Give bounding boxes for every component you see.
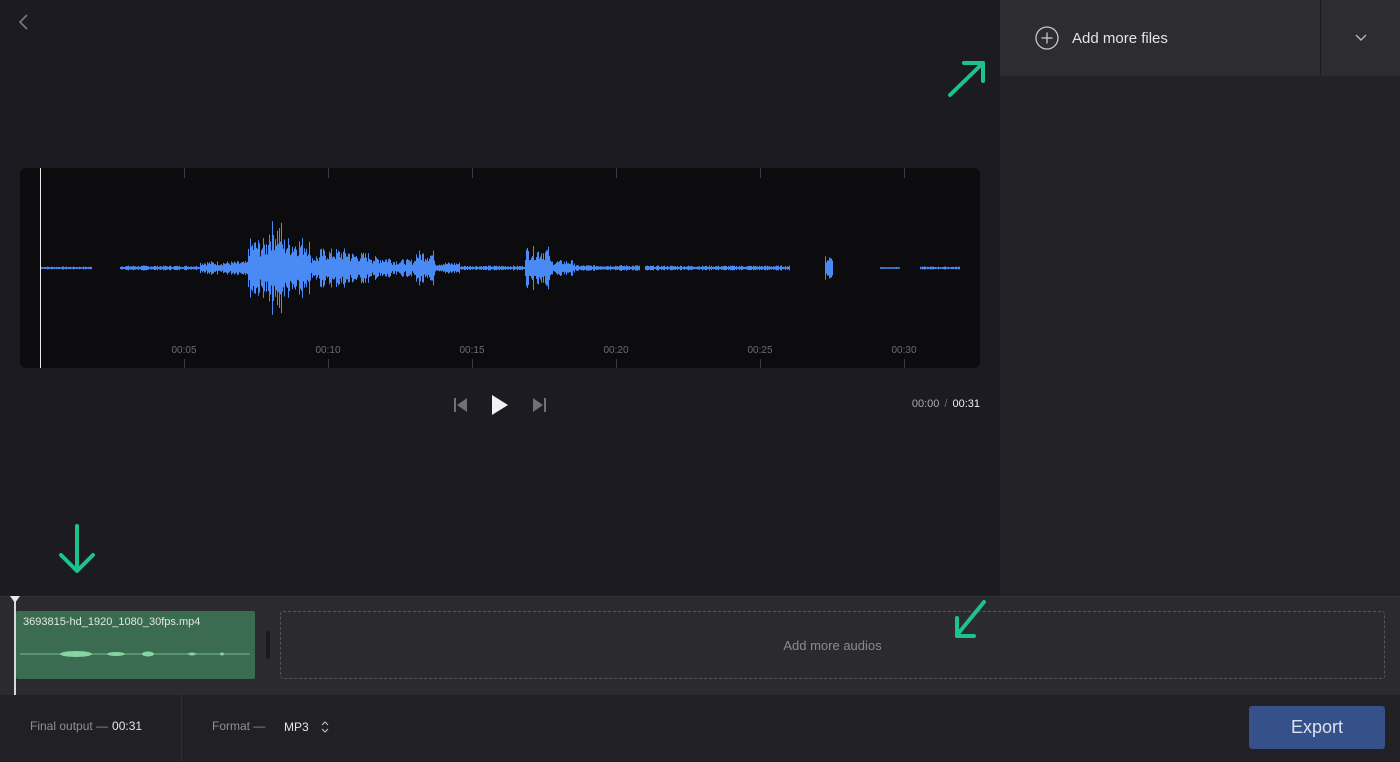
time-tick-label: 00:30 <box>891 345 917 356</box>
time-tick-top <box>472 168 473 178</box>
waveform-samples <box>40 221 960 315</box>
final-output-label: Final output —00:31 <box>30 719 142 733</box>
time-tick-bottom <box>328 359 329 368</box>
clip-filename: 3693815-hd_1920_1080_30fps.mp4 <box>23 616 201 628</box>
time-tick-top <box>184 168 185 178</box>
time-tick-top <box>616 168 617 178</box>
final-output-duration: 00:31 <box>112 719 143 733</box>
files-panel <box>1000 0 1400 596</box>
waveform-graph <box>40 221 960 315</box>
time-tick-bottom <box>616 359 617 368</box>
add-files-dropdown-button[interactable] <box>1321 0 1400 76</box>
previous-button[interactable] <box>450 392 470 418</box>
time-tick-label: 00:25 <box>747 345 773 356</box>
playhead[interactable] <box>40 168 41 368</box>
final-output-section: Final output —00:31 <box>0 695 182 762</box>
skip-next-icon <box>533 398 546 412</box>
time-tick-label: 00:05 <box>171 345 197 356</box>
add-more-files-label: Add more files <box>1072 29 1168 47</box>
play-button[interactable] <box>488 392 512 418</box>
current-time: 00:00 <box>911 398 940 410</box>
chevron-down-icon <box>1355 34 1366 41</box>
bottom-bar: Final output —00:31 Format — MP3 Export <box>0 695 1400 762</box>
time-tick-label: 00:20 <box>603 345 629 356</box>
time-tick-bottom <box>904 359 905 368</box>
audio-clip[interactable]: 3693815-hd_1920_1080_30fps.mp4 <box>16 611 255 679</box>
player-controls <box>450 392 550 418</box>
time-readout: 00:00 / 00:31 <box>870 398 980 410</box>
chevron-left-icon <box>18 14 28 30</box>
time-tick-top <box>904 168 905 178</box>
time-tick-bottom <box>760 359 761 368</box>
add-more-audios-dropzone[interactable]: Add more audios <box>280 611 1385 679</box>
format-value: MP3 <box>284 720 309 734</box>
time-tick-bottom <box>472 359 473 368</box>
time-separator: / <box>944 398 948 410</box>
format-label: Format — <box>212 719 266 733</box>
final-output-text: Final output — <box>30 719 109 733</box>
time-tick-top <box>328 168 329 178</box>
hint-arrow-up-right-icon <box>948 61 985 97</box>
add-more-files-button[interactable]: Add more files <box>1000 0 1320 76</box>
hint-arrow-down-left-icon <box>955 600 986 638</box>
timeline-playhead-handle[interactable] <box>10 596 20 603</box>
time-tick-bottom <box>184 359 185 368</box>
audio-timeline: 3693815-hd_1920_1080_30fps.mp4 Add more … <box>0 596 1400 695</box>
clip-resize-handle[interactable] <box>266 631 270 659</box>
time-tick-label: 00:15 <box>459 345 485 356</box>
next-button[interactable] <box>530 392 550 418</box>
back-button[interactable] <box>10 8 38 36</box>
add-files-bar: Add more files <box>1000 0 1400 76</box>
format-select[interactable]: MP3 <box>284 714 340 740</box>
select-arrows-icon <box>321 721 329 733</box>
export-button[interactable]: Export <box>1249 706 1385 749</box>
hint-arrow-down-icon <box>59 524 95 573</box>
clip-waveform <box>20 651 250 657</box>
time-tick-top <box>760 168 761 178</box>
waveform-panel[interactable]: 00:05 00:10 00:15 00:20 00:25 00:30 <box>20 168 980 368</box>
add-more-audios-label: Add more audios <box>783 637 882 653</box>
play-icon <box>492 395 508 415</box>
plus-circle-icon <box>1035 26 1059 50</box>
total-time: 00:31 <box>952 398 980 410</box>
skip-previous-icon <box>454 398 467 412</box>
time-tick-label: 00:10 <box>315 345 341 356</box>
